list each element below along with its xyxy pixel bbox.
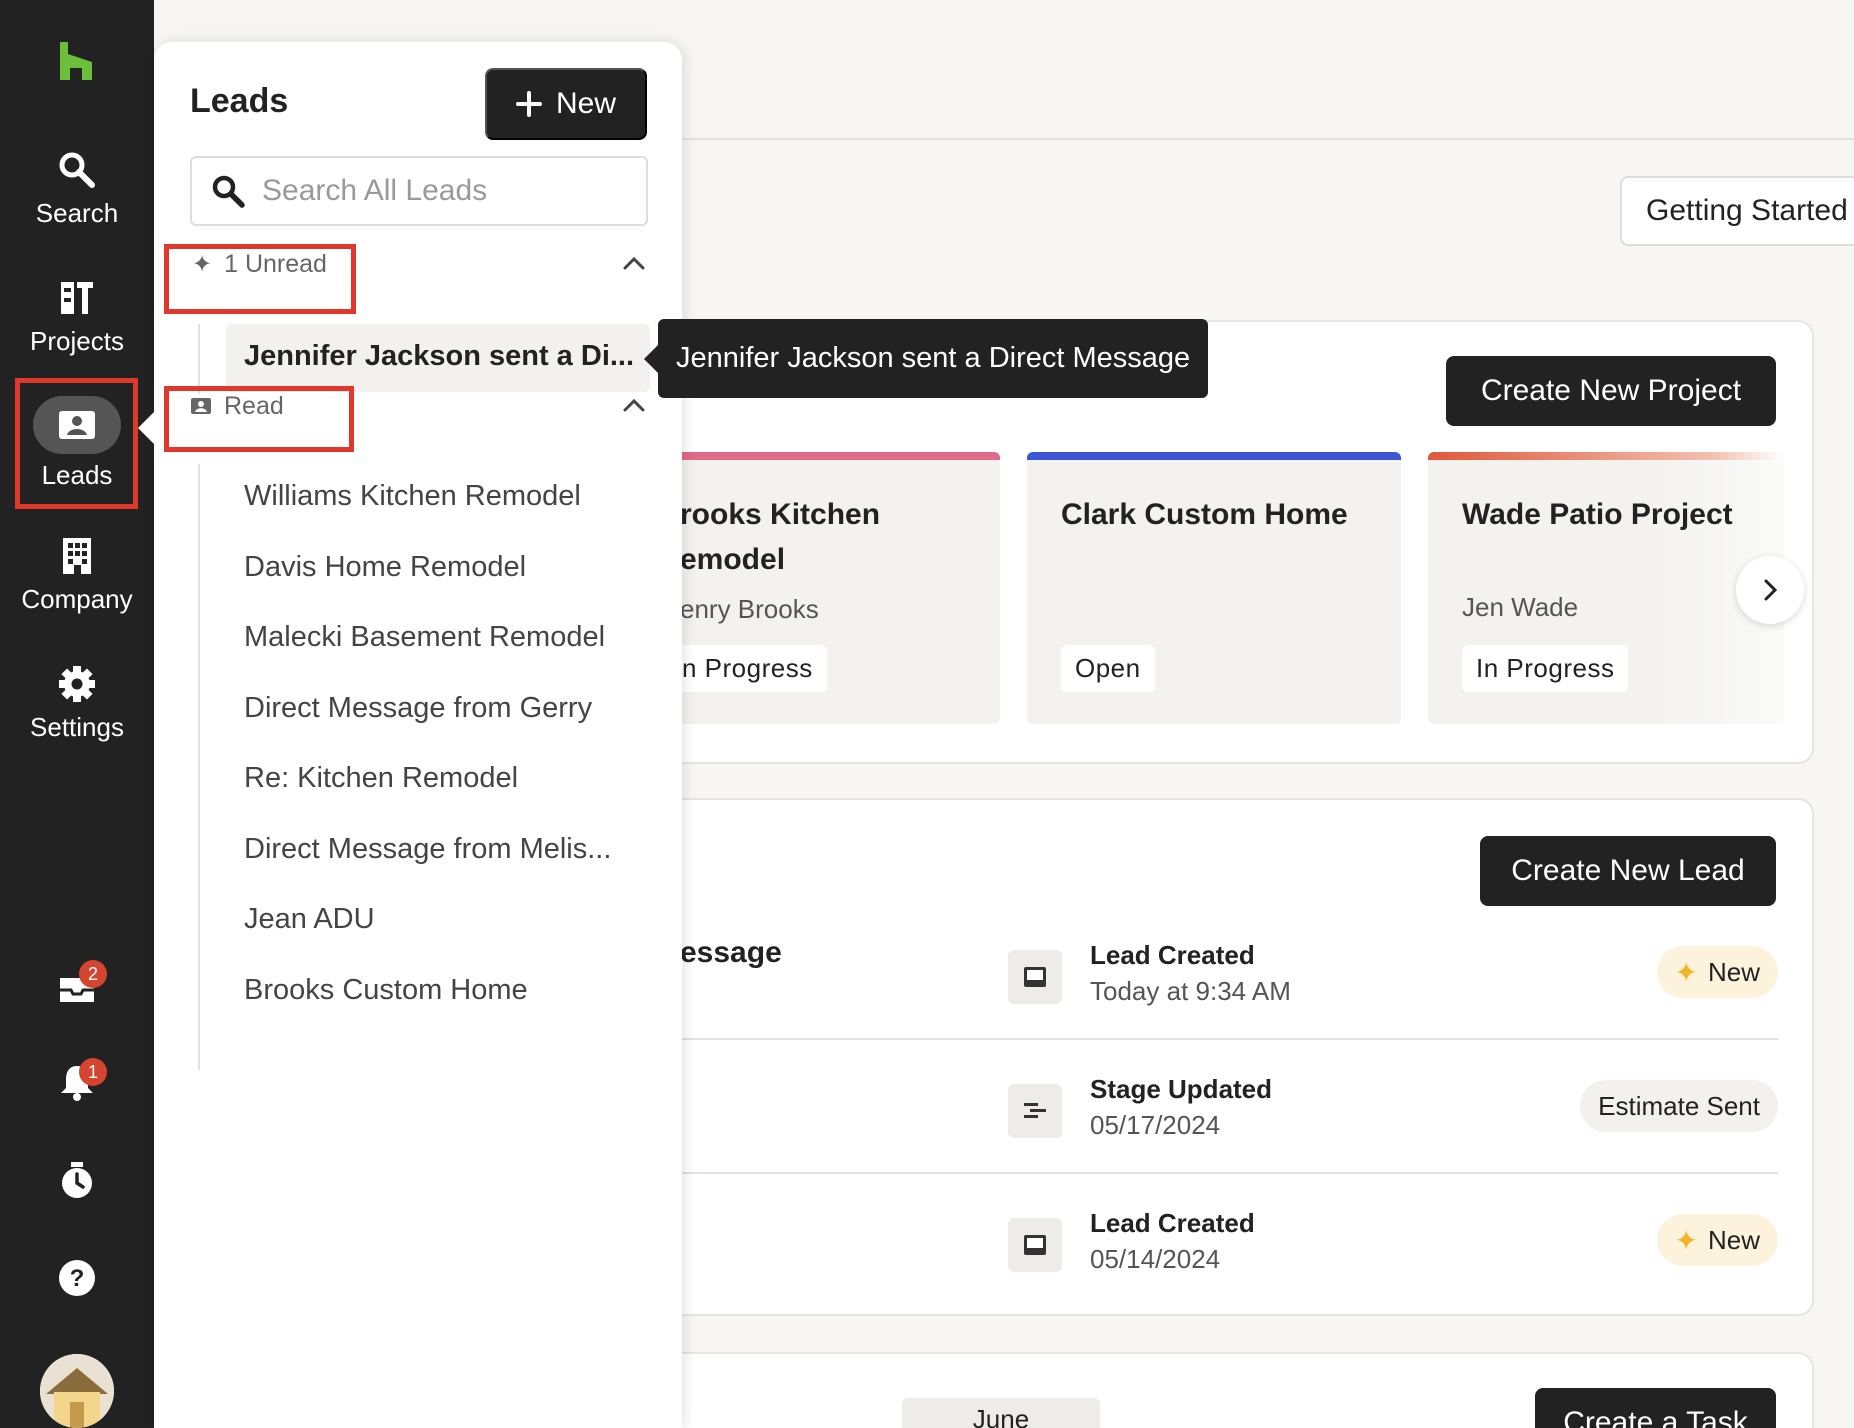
house-avatar-icon [40,1354,114,1428]
divider [680,1038,1778,1040]
project-color-bar [640,452,1000,460]
bell-badge: 1 [79,1058,107,1086]
status-badge: ✦ New [1656,1214,1778,1266]
activity-date: 05/14/2024 [1090,1244,1221,1274]
rail-label: Company [21,584,133,614]
project-name: Clark Custom Home [1061,498,1348,531]
status-badge: Estimate Sent [1580,1080,1778,1132]
activity-row[interactable]: Lead Created 05/14/2024 ✦ New [1008,1208,1778,1308]
sparkle-icon: ✦ [1674,956,1698,988]
create-task-button[interactable]: Create a Task [1535,1388,1776,1428]
unread-highlight-box [164,244,356,314]
project-color-bar [1428,452,1784,460]
list-item[interactable]: Malecki Basement Remodel [244,621,664,654]
stage-icon [1008,1084,1062,1138]
list-item[interactable]: Direct Message from Gerry [244,692,664,725]
activity-title: Stage Updated [1090,1074,1273,1104]
help-icon: ? [59,1260,95,1296]
inbox-button[interactable]: 2 [57,960,107,1008]
project-card-brooks[interactable]: rooks Kitchen emodel enry Brooks n Progre… [640,452,1000,724]
list-item[interactable]: Williams Kitchen Remodel [244,480,664,513]
divider [680,1172,1778,1174]
search-box[interactable] [190,156,648,226]
rail-label: Search [35,198,119,228]
plus-icon [515,91,542,117]
gear-icon [59,666,95,702]
read-highlight-box [164,386,354,452]
project-status: In Progress [1462,645,1629,692]
chevron-up-icon[interactable] [620,250,648,278]
sparkle-icon: ✦ [1674,1224,1698,1256]
search-input[interactable] [262,174,642,208]
project-client: enry Brooks [680,594,819,624]
activity-title: Lead Created [1090,940,1255,970]
project-card-clark[interactable]: Clark Custom Home Open [1027,452,1401,724]
project-name: rooks Kitchen emodel [680,498,881,576]
project-status: Open [1061,645,1155,692]
carousel-next-button[interactable] [1736,556,1804,624]
inbox-tray-icon [1008,1218,1062,1272]
timer-button[interactable] [57,1160,97,1200]
inbox-badge: 2 [79,960,107,988]
activity-date: Today at 9:34 AM [1090,976,1291,1006]
chevron-right-icon [1764,579,1778,601]
list-item[interactable]: Brooks Custom Home [244,974,664,1007]
leads-highlight-box [15,378,138,509]
stopwatch-icon [62,1162,92,1198]
help-button[interactable]: ? [57,1258,97,1298]
getting-started-button[interactable]: Getting Started [1620,176,1854,246]
building-icon [63,538,91,574]
status-badge: ✦ New [1656,946,1778,998]
month-tab[interactable]: June [902,1398,1100,1428]
avatar[interactable] [40,1354,114,1428]
list-item[interactable]: Jean ADU [244,903,664,936]
status-badge-label: Estimate Sent [1598,1090,1760,1121]
list-item[interactable]: Re: Kitchen Remodel [244,762,664,795]
rail-label: Projects [30,326,124,356]
houzz-logo[interactable] [58,40,94,80]
left-rail: Search Projects Leads Company Settings 2… [0,0,154,1428]
rail-search[interactable]: Search [0,150,154,229]
rail-company[interactable]: Company [0,536,154,615]
project-client: Jen Wade [1462,592,1579,622]
lead-title-partial: essage [680,936,782,969]
leads-panel: Leads New ✦ 1 Unread Jennifer Jackson se… [154,42,682,1428]
project-color-bar [1027,452,1401,460]
activity-row[interactable]: Lead Created Today at 9:34 AM ✦ New [1008,940,1778,1040]
inbox-tray-icon [1008,950,1062,1004]
chevron-up-icon[interactable] [620,392,648,420]
panel-title: Leads [190,82,289,120]
search-icon [59,152,95,188]
panel-pointer [138,412,154,444]
list-item[interactable]: Direct Message from Melis... [244,833,664,866]
lead-tooltip: Jennifer Jackson sent a Direct Message [643,319,1209,398]
rail-settings[interactable]: Settings [0,664,154,743]
new-button-label: New [555,87,616,120]
rail-label: Settings [30,712,124,742]
tree-line [198,464,200,1070]
rail-projects[interactable]: Projects [0,278,154,357]
activity-row[interactable]: Stage Updated 05/17/2024 Estimate Sent [1008,1074,1778,1174]
new-lead-button[interactable]: New [485,68,647,140]
project-status: n Progress [668,645,827,692]
create-project-button[interactable]: Create New Project [1446,356,1776,426]
notifications-button[interactable]: 1 [57,1058,107,1102]
create-lead-button[interactable]: Create New Lead [1480,836,1776,906]
projects-icon [61,282,93,314]
list-item[interactable]: Davis Home Remodel [244,551,664,584]
project-name: Wade Patio Project [1462,498,1733,531]
activity-date: 05/17/2024 [1090,1110,1221,1140]
svg-text:?: ? [70,1265,85,1292]
status-badge-label: New [1707,1224,1760,1255]
status-badge-label: New [1707,956,1760,987]
project-card-wade[interactable]: Wade Patio Project Jen Wade In Progress [1428,452,1784,724]
activity-title: Lead Created [1090,1208,1255,1238]
search-icon [212,175,245,208]
